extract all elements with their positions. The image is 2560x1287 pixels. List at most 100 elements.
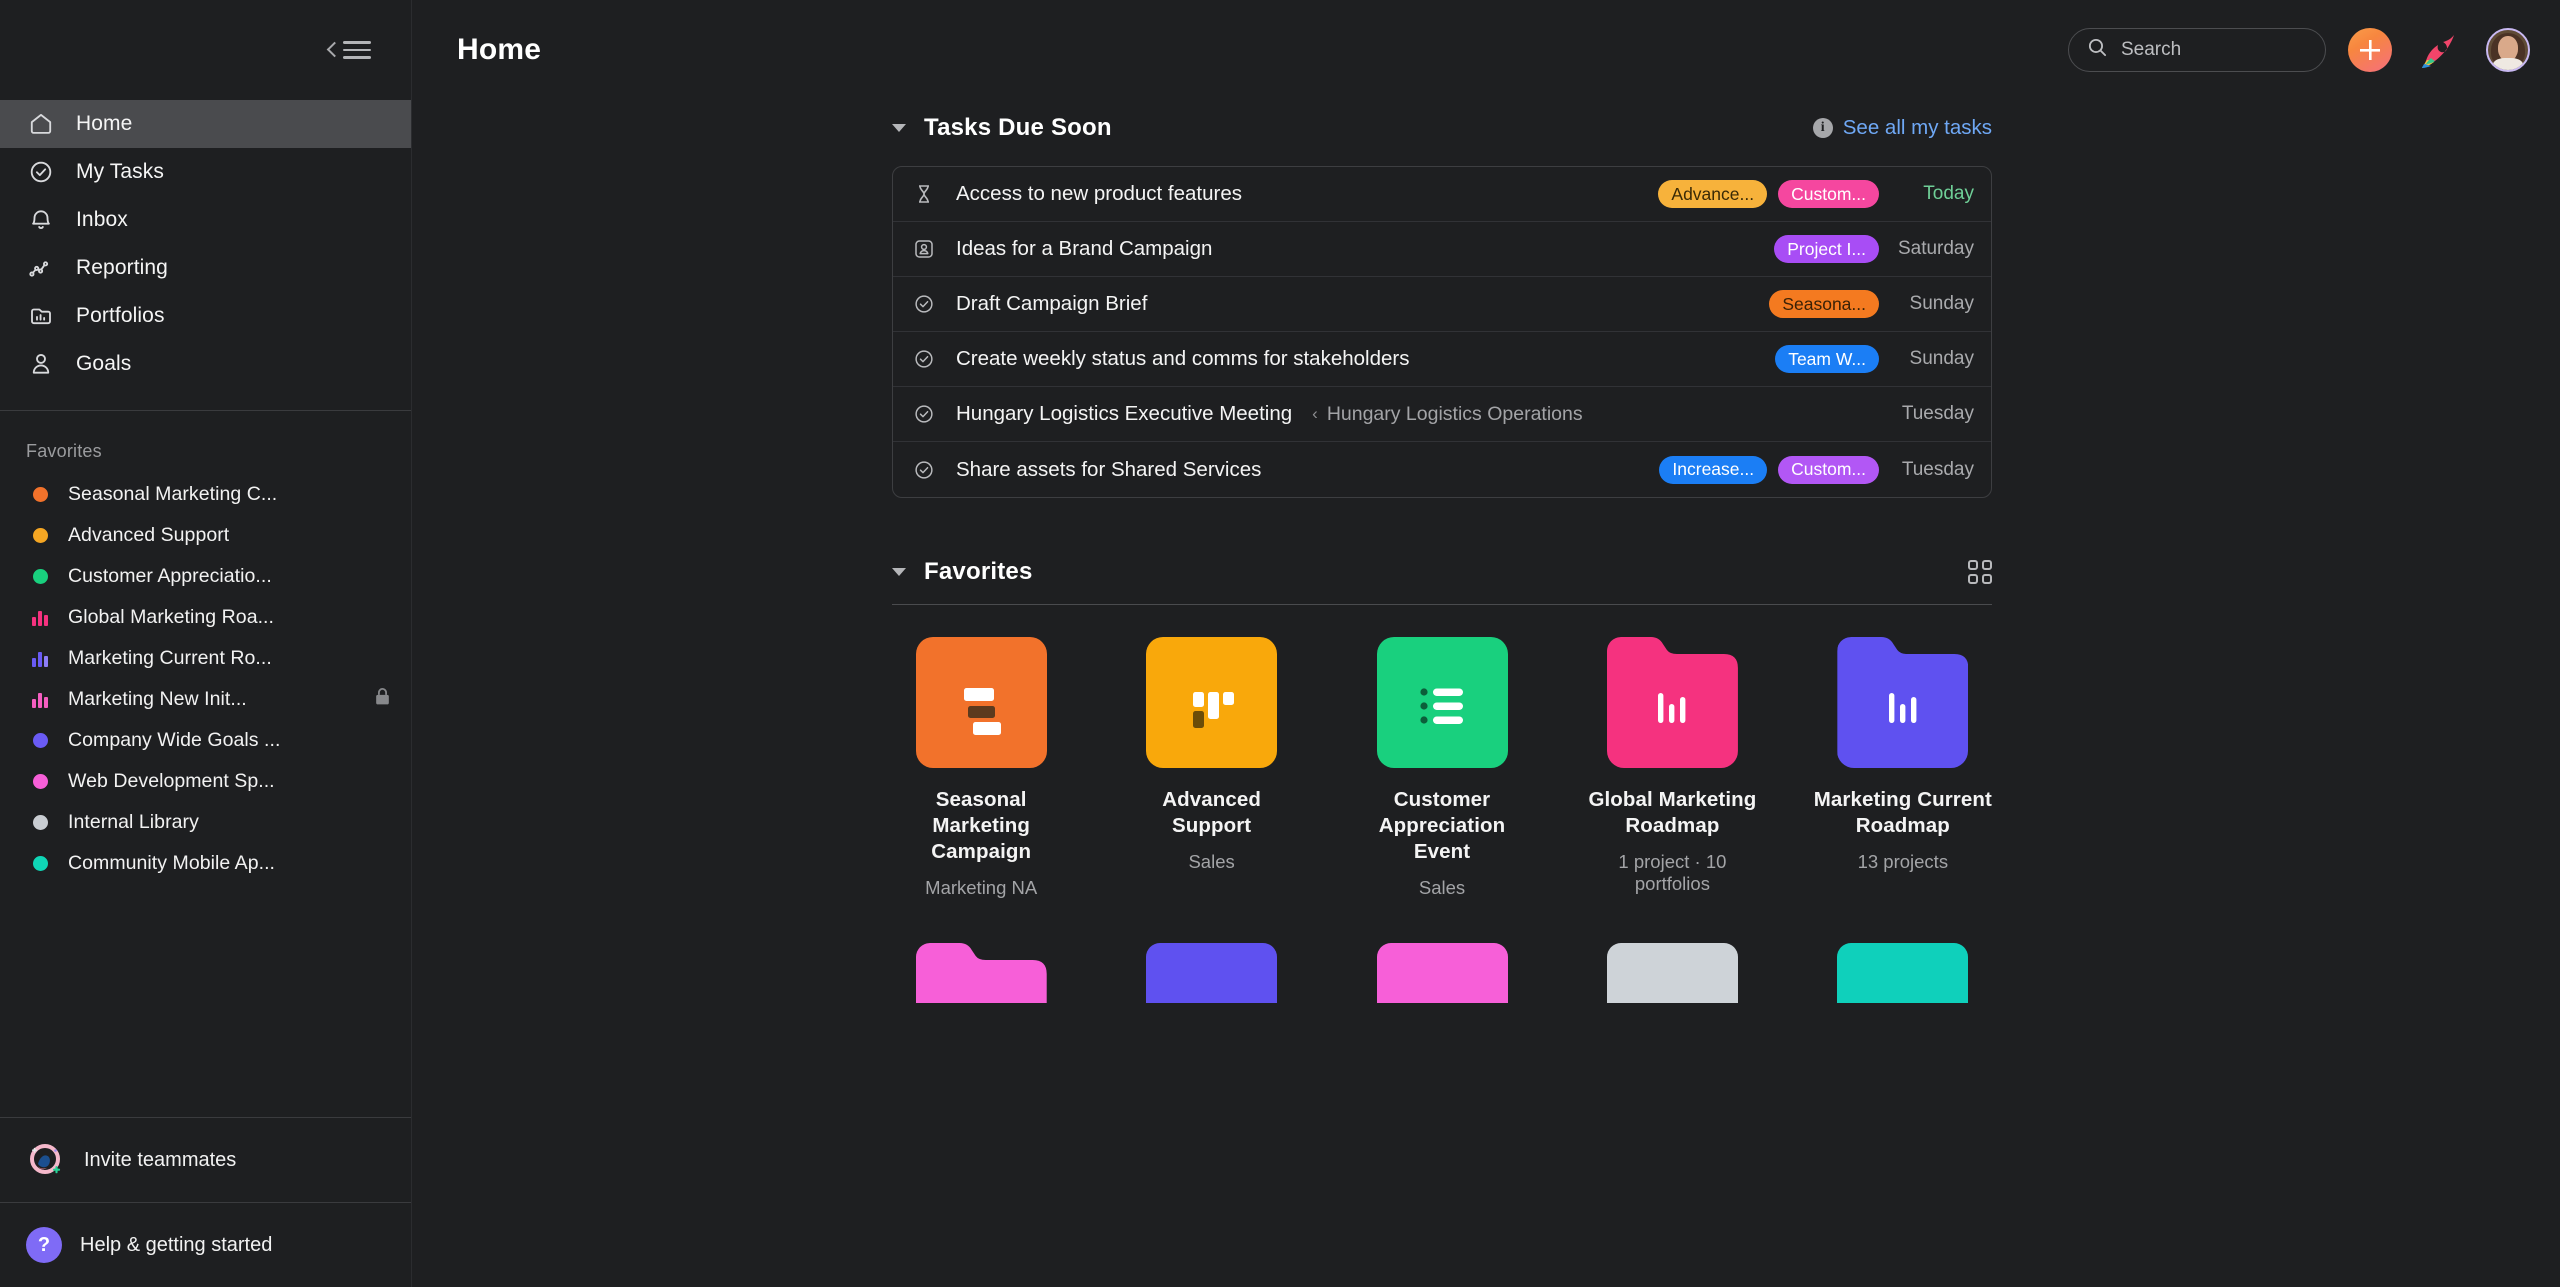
- task-tag[interactable]: Project I...: [1774, 235, 1879, 263]
- sidebar-favorite-item[interactable]: Company Wide Goals ...: [0, 720, 411, 761]
- sidebar-item-inbox[interactable]: Inbox: [0, 196, 411, 244]
- task-project[interactable]: ‹ Hungary Logistics Operations: [1312, 403, 1582, 426]
- favorite-label: Marketing Current Ro...: [68, 647, 272, 669]
- project-card-partial[interactable]: [1353, 943, 1531, 1003]
- sidebar-item-my-tasks[interactable]: My Tasks: [0, 148, 411, 196]
- chevron-left-icon: [326, 41, 337, 59]
- card-thumbnail: [1606, 943, 1738, 1003]
- help-button[interactable]: ? Help & getting started: [0, 1203, 411, 1287]
- favorite-label: Seasonal Marketing C...: [68, 483, 278, 505]
- sidebar-favorite-item[interactable]: Customer Appreciatio...: [0, 556, 411, 597]
- task-tag[interactable]: Increase...: [1659, 455, 1768, 484]
- sidebar-collapse-icon[interactable]: [318, 33, 379, 67]
- grid-view-icon[interactable]: [1968, 560, 1992, 584]
- task-row[interactable]: Draft Campaign Brief Seasona... Sunday: [893, 277, 1991, 332]
- sidebar-favorite-item[interactable]: Marketing Current Ro...: [0, 638, 411, 679]
- check-circle-icon[interactable]: [912, 402, 936, 426]
- portfolio-card[interactable]: Global Marketing Roadmap 1 project · 10 …: [1583, 637, 1761, 899]
- task-tag[interactable]: Seasona...: [1769, 290, 1879, 318]
- task-row[interactable]: Access to new product features Advance..…: [893, 167, 1991, 222]
- task-row[interactable]: Ideas for a Brand Campaign Project I... …: [893, 222, 1991, 277]
- card-thumbnail: [1376, 943, 1508, 1003]
- task-due-date: Tuesday: [1901, 458, 1974, 480]
- sidebar-favorite-item[interactable]: Web Development Sp...: [0, 761, 411, 802]
- project-card-partial[interactable]: [1122, 943, 1300, 1003]
- sidebar-favorite-item[interactable]: Seasonal Marketing C...: [0, 474, 411, 515]
- sidebar-favorite-item[interactable]: Advanced Support: [0, 515, 411, 556]
- sidebar-favorite-item[interactable]: Global Marketing Roa...: [0, 597, 411, 638]
- bars-icon: [30, 690, 50, 710]
- check-circle-icon: [26, 157, 56, 187]
- invite-teammates-icon: [26, 1140, 66, 1180]
- task-tag[interactable]: Custom...: [1778, 180, 1879, 208]
- portfolio-folder-icon: [26, 301, 56, 331]
- project-card-subtitle: Marketing NA: [925, 877, 1038, 898]
- task-tag[interactable]: Team W...: [1775, 345, 1879, 373]
- sidebar-item-label: My Tasks: [76, 160, 164, 183]
- invite-teammates-label: Invite teammates: [84, 1148, 237, 1171]
- tasks-section-title: Tasks Due Soon: [924, 114, 1112, 141]
- user-avatar[interactable]: [2486, 28, 2530, 72]
- sidebar-item-portfolios[interactable]: Portfolios: [0, 292, 411, 340]
- project-card-partial[interactable]: [892, 943, 1070, 1003]
- search-input[interactable]: Search: [2068, 28, 2326, 72]
- chevron-left-small-icon: ‹: [1312, 404, 1318, 423]
- sidebar-favorite-item[interactable]: Marketing New Init...: [0, 679, 411, 720]
- topbar: Home Search: [412, 0, 2560, 100]
- task-name: Access to new product features: [956, 182, 1243, 205]
- content-column: Tasks Due Soon i See all my tasks Access…: [892, 100, 1992, 1003]
- card-thumbnail: [1146, 943, 1278, 1003]
- sidebar-favorites-list: Seasonal Marketing C... Advanced Support…: [0, 474, 411, 884]
- sidebar-favorite-item[interactable]: Community Mobile Ap...: [0, 843, 411, 884]
- check-circle-icon[interactable]: [912, 347, 936, 371]
- task-row[interactable]: Create weekly status and comms for stake…: [893, 332, 1991, 387]
- bar-chart-icon: [1837, 637, 1968, 768]
- project-card-title: Seasonal Marketing Campaign: [931, 788, 1032, 863]
- question-mark-icon: ?: [26, 1227, 62, 1263]
- project-card-subtitle: Sales: [1418, 877, 1466, 898]
- asana-bird-icon[interactable]: [2414, 28, 2464, 72]
- caret-down-icon[interactable]: [892, 124, 906, 132]
- project-card[interactable]: Customer Appreciation Event Sales: [1353, 637, 1531, 899]
- check-circle-icon[interactable]: [912, 458, 936, 482]
- goal-person-icon: [26, 349, 56, 379]
- task-tag[interactable]: Advance...: [1658, 180, 1768, 208]
- sidebar-item-goals[interactable]: Goals: [0, 340, 411, 388]
- project-card[interactable]: Advanced Support Sales: [1122, 637, 1300, 899]
- task-tag[interactable]: Custom...: [1778, 455, 1879, 484]
- caret-down-icon[interactable]: [892, 568, 906, 576]
- create-button[interactable]: [2348, 28, 2392, 72]
- project-card-partial[interactable]: [1814, 943, 1992, 1003]
- task-name: Create weekly status and comms for stake…: [956, 347, 1410, 370]
- sidebar-favorite-item[interactable]: Internal Library: [0, 802, 411, 843]
- home-icon: [26, 109, 56, 139]
- task-due-date: Today: [1923, 183, 1974, 204]
- task-meta: Increase... Custom... Tuesday: [1659, 455, 1974, 484]
- sidebar-item-label: Portfolios: [76, 304, 165, 327]
- favorite-label: Community Mobile Ap...: [68, 852, 276, 874]
- tasks-section-header: Tasks Due Soon i See all my tasks: [892, 100, 1992, 156]
- invite-teammates-button[interactable]: Invite teammates: [0, 1118, 411, 1202]
- sidebar-item-label: Inbox: [76, 208, 128, 231]
- task-name: Hungary Logistics Executive Meeting: [956, 402, 1293, 425]
- project-card-subtitle: Sales: [1188, 851, 1235, 872]
- bell-icon: [26, 205, 56, 235]
- hamburger-icon: [343, 41, 371, 59]
- task-name: Draft Campaign Brief: [956, 292, 1148, 315]
- dot-icon: [30, 813, 50, 833]
- sidebar-item-reporting[interactable]: Reporting: [0, 244, 411, 292]
- portfolio-card[interactable]: Marketing Current Roadmap 13 projects: [1814, 637, 1992, 899]
- check-circle-icon[interactable]: [912, 292, 936, 316]
- task-name: Share assets for Shared Services: [956, 457, 1262, 481]
- see-all-my-tasks-link[interactable]: i See all my tasks: [1812, 116, 1992, 140]
- project-card-partial[interactable]: [1583, 943, 1761, 1003]
- bar-chart-icon: [1607, 637, 1738, 768]
- tasks-list: Access to new product features Advance..…: [892, 166, 1992, 498]
- card-thumbnail: [916, 943, 1047, 1003]
- task-row[interactable]: Share assets for Shared Services Increas…: [893, 442, 1991, 497]
- task-meta: Team W... Sunday: [1775, 345, 1974, 373]
- sidebar-item-home[interactable]: Home: [0, 100, 411, 148]
- task-row[interactable]: Hungary Logistics Executive Meeting ‹ Hu…: [893, 387, 1991, 442]
- project-card[interactable]: Seasonal Marketing Campaign Marketing NA: [892, 637, 1070, 899]
- dot-icon: [30, 567, 50, 587]
